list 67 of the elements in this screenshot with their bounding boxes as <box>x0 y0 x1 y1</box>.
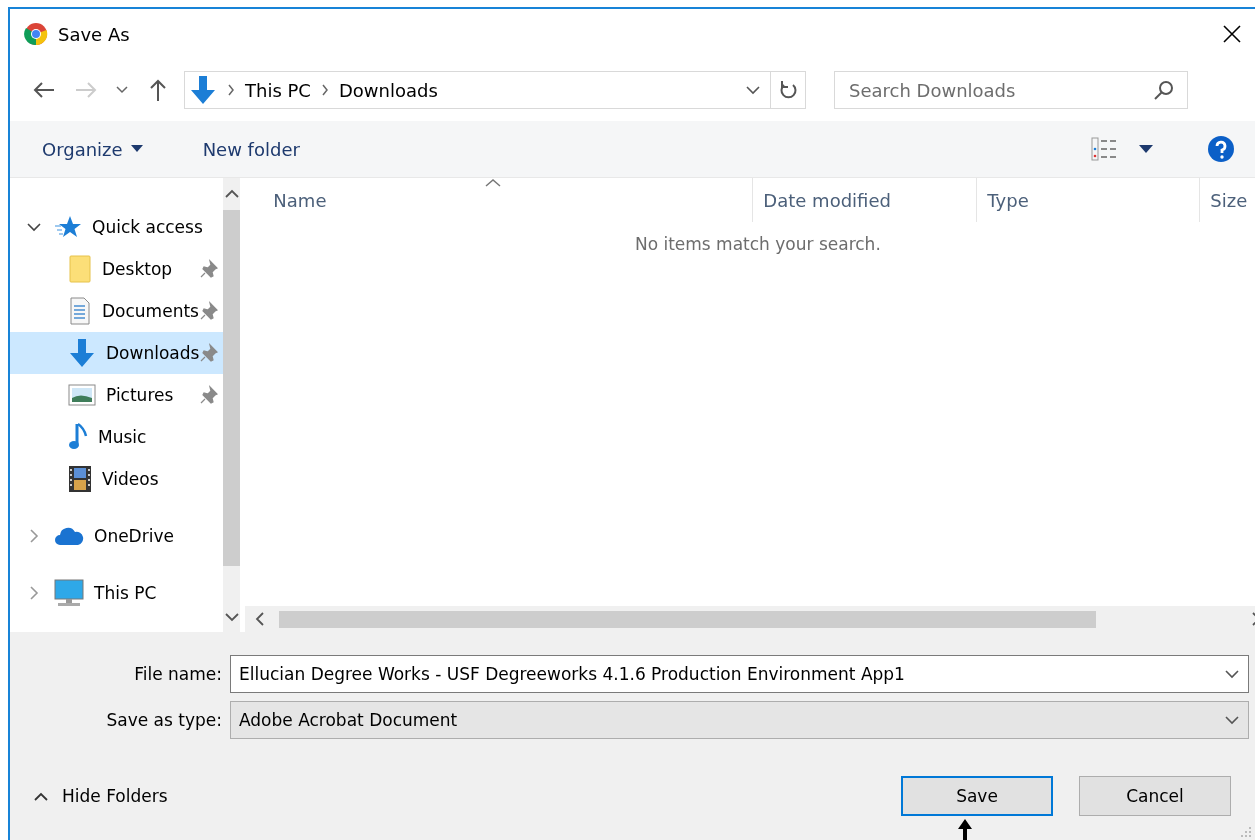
file-name-input[interactable]: Ellucian Degree Works - USF Degreeworks 4.1.6 Production Environment App1 <box>231 663 1216 685</box>
address-bar[interactable]: This PC Downloads <box>184 71 806 109</box>
dialog-button[interactable]: Cancel <box>1079 776 1231 816</box>
resize-grip-icon <box>1240 826 1252 838</box>
refresh-icon[interactable] <box>778 79 798 101</box>
nav-item[interactable]: OneDrive <box>10 515 224 557</box>
organize-button[interactable]: Organize <box>32 134 153 164</box>
chevron-down-icon <box>116 86 128 94</box>
cloud-icon <box>54 526 84 546</box>
nav-item[interactable]: Music <box>10 416 224 458</box>
close-icon <box>1222 24 1242 44</box>
chevron-down-icon[interactable] <box>27 222 41 232</box>
browser-logo-icon <box>24 22 48 46</box>
column-header[interactable]: Name <box>245 178 754 222</box>
nav-item[interactable]: Downloads <box>10 332 224 374</box>
horizontal-scrollbar[interactable] <box>245 606 1255 632</box>
chevron-down-icon[interactable] <box>1225 669 1239 679</box>
field-label: File name: <box>133 664 223 684</box>
nav-item[interactable]: Videos <box>10 458 224 500</box>
up-arrow-icon <box>148 78 168 102</box>
scroll-down-icon[interactable] <box>224 612 239 622</box>
search-input[interactable]: Search Downloads <box>835 78 1153 102</box>
column-header[interactable]: Type <box>977 178 1201 222</box>
star-icon <box>54 214 82 240</box>
field-label: Save as type: <box>105 710 223 730</box>
file-name-box[interactable]: Ellucian Degree Works - USF Degreeworks 4.1.6 Production Environment App1 <box>230 655 1249 693</box>
music-note-icon <box>68 422 88 452</box>
nav-item[interactable]: This PC <box>10 572 224 614</box>
chevron-right-icon[interactable] <box>29 529 39 543</box>
new-folder-button[interactable]: New folder <box>192 134 310 164</box>
dropdown-triangle-icon <box>1139 145 1153 153</box>
vertical-scrollbar[interactable] <box>223 178 241 632</box>
breadcrumb-item[interactable]: This PC <box>245 79 311 101</box>
chevron-right-icon <box>320 84 329 96</box>
file-type-dropdown[interactable]: Adobe Acrobat Document <box>230 701 1249 739</box>
search-icon <box>1153 79 1175 101</box>
column-header[interactable]: Date modified <box>753 178 978 222</box>
dropdown-triangle-icon <box>130 145 143 153</box>
forward-arrow-icon <box>74 80 98 100</box>
monitor-icon <box>54 579 84 607</box>
nav-item[interactable]: Pictures <box>10 374 224 416</box>
back-arrow-icon <box>32 80 56 100</box>
chevron-right-icon <box>227 84 235 96</box>
film-strip-icon <box>68 465 92 493</box>
nav-item[interactable]: Desktop <box>10 248 224 290</box>
breadcrumb-item[interactable]: Downloads <box>338 79 438 101</box>
chevron-down-icon[interactable] <box>1225 715 1239 725</box>
nav-item[interactable]: Documents <box>10 290 224 332</box>
picture-icon <box>68 384 96 406</box>
folder-icon <box>68 255 92 283</box>
nav-item[interactable]: Quick access <box>10 206 224 248</box>
download-arrow-icon <box>189 75 217 105</box>
chevron-right-icon[interactable] <box>29 586 39 600</box>
scroll-up-icon[interactable] <box>224 188 239 198</box>
scroll-left-icon[interactable] <box>254 612 264 626</box>
download-arrow-icon <box>68 338 96 368</box>
hide-folders-button[interactable]: Hide Folders <box>10 786 168 806</box>
document-icon <box>68 297 92 325</box>
dialog-button[interactable]: Save <box>901 776 1053 816</box>
chevron-down-icon[interactable] <box>746 85 760 95</box>
search-box[interactable]: Search Downloads <box>834 71 1188 109</box>
help-icon <box>1207 135 1235 163</box>
mouse-pointer-icon <box>957 818 973 840</box>
window-title: Save As <box>58 23 131 45</box>
chevron-up-icon <box>34 791 48 801</box>
column-header[interactable]: Size <box>1200 178 1255 222</box>
empty-message: No items match your search. <box>634 234 881 256</box>
